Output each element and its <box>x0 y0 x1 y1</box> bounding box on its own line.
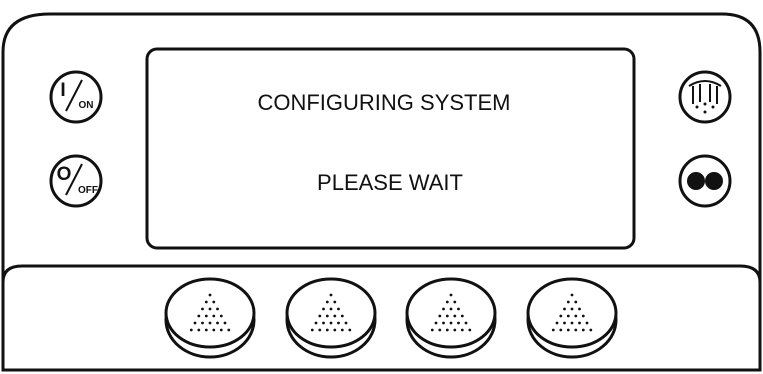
soft-key-4[interactable] <box>526 277 618 359</box>
off-button[interactable]: O OFF <box>49 154 103 208</box>
soft-key-2[interactable] <box>285 277 377 359</box>
off-big-label: O <box>57 164 72 185</box>
display-screen <box>145 47 636 250</box>
off-small-label: OFF <box>78 185 98 196</box>
control-panel: CONFIGURING SYSTEM PLEASE WAIT I ON O OF… <box>1 12 762 372</box>
soft-key-3[interactable] <box>405 277 497 359</box>
manual-function-button[interactable] <box>678 154 732 208</box>
defrost-button[interactable] <box>678 70 732 124</box>
display-line-1: CONFIGURING SYSTEM <box>257 90 510 115</box>
soft-key-icon <box>285 277 377 349</box>
soft-key-icon <box>526 277 618 349</box>
on-big-label: I <box>60 80 65 101</box>
on-button[interactable]: I ON <box>49 70 103 124</box>
power-on-icon <box>49 70 103 124</box>
soft-key-icon <box>405 277 497 349</box>
on-small-label: ON <box>79 100 94 111</box>
soft-key-1[interactable] <box>164 277 256 359</box>
display-line-2: PLEASE WAIT <box>317 170 463 195</box>
soft-key-icon <box>164 277 256 349</box>
defrost-button-ring <box>678 70 732 124</box>
